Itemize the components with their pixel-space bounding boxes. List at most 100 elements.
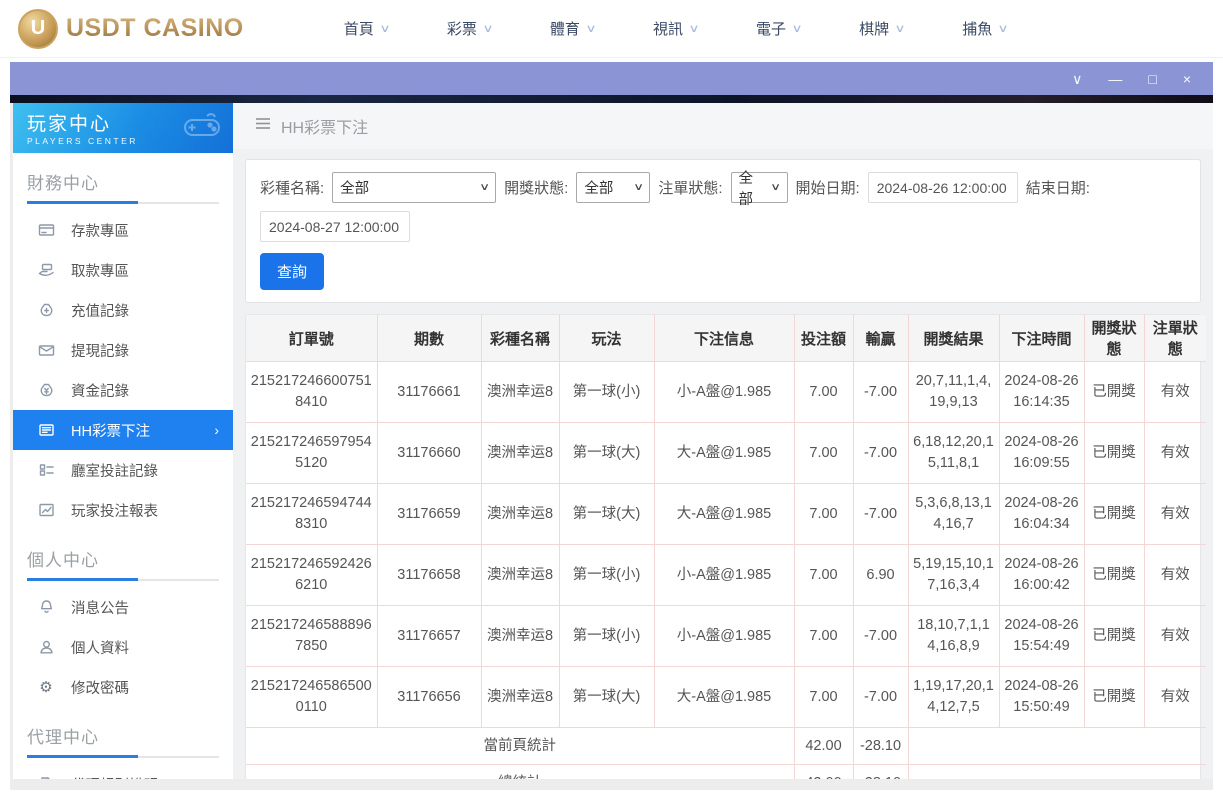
cell-order-status: 有效 — [1143, 483, 1206, 546]
col-order-status: 注單狀態 — [1143, 315, 1206, 362]
col-play: 玩法 — [558, 315, 655, 362]
nav-item-sports[interactable]: 體育 ∨ — [550, 18, 597, 39]
cell-order-status: 有效 — [1143, 422, 1206, 485]
sidebar-section-finance: 財務中心 — [13, 153, 233, 210]
page-stats-empty — [907, 727, 1206, 766]
cell-play: 第一球(小) — [558, 544, 655, 607]
cell-draw-result: 6,18,12,20,15,11,8,1 — [907, 422, 1000, 485]
sidebar-item-label: 存款專區 — [71, 223, 129, 240]
cell-draw-result: 18,10,7,1,14,16,8,9 — [907, 605, 1000, 668]
end-date-input[interactable] — [260, 211, 410, 242]
nav-item-cards[interactable]: 棋牌 ∨ — [859, 18, 906, 39]
cell-draw-status: 已開獎 — [1083, 360, 1145, 424]
sidebar-item-label: 充值記錄 — [71, 303, 129, 320]
gear-icon: ⚙ — [39, 679, 53, 696]
chevron-down-icon: ∨ — [997, 23, 1009, 35]
chevron-down-icon: ∨ — [688, 23, 700, 35]
cell-period: 31176660 — [376, 422, 482, 485]
sidebar-item-withdrawal-record[interactable]: 提現記錄 — [13, 330, 233, 370]
cell-bet-amount: 7.00 — [793, 360, 854, 424]
sidebar-item-funds-record[interactable]: 資金記錄 — [13, 370, 233, 410]
window-titlebar[interactable]: ∨ — □ × — [10, 62, 1213, 95]
chevron-down-icon: ∨ — [482, 23, 494, 35]
table-row[interactable]: 2152172466007518410 31176661 澳洲幸运8 第一球(小… — [246, 360, 1206, 424]
nav-item-lottery[interactable]: 彩票 ∨ — [446, 18, 494, 39]
sidebar-item-player-report[interactable]: 玩家投注報表 — [13, 490, 233, 530]
window-collapse-icon[interactable]: ∨ — [1072, 72, 1082, 86]
sidebar-item-deposit[interactable]: 存款專區 — [13, 210, 233, 250]
cell-win-loss: -7.00 — [852, 360, 909, 424]
cell-win-loss: -7.00 — [852, 422, 909, 485]
site-logo[interactable]: U USDT CASINO — [18, 8, 244, 49]
cell-bet-amount: 7.00 — [793, 666, 854, 728]
cell-bet-time: 2024-08-26 15:54:49 — [998, 605, 1085, 668]
sidebar-item-profile[interactable]: 個人資料 — [13, 627, 233, 667]
total-stats-bet-amount: 42.00 — [793, 764, 854, 779]
cell-bet-time: 2024-08-26 16:04:34 — [998, 483, 1085, 546]
table-row[interactable]: 2152172465865000110 31176656 澳洲幸运8 第一球(大… — [246, 666, 1206, 728]
clipboard-list-icon — [37, 462, 55, 478]
sidebar-item-label: 修改密碼 — [71, 680, 129, 697]
chevron-down-icon: ∨ — [379, 23, 391, 35]
deposit-card-icon — [37, 222, 55, 238]
page-stats-row: 當前頁統計 42.00 -28.10 — [246, 727, 1206, 766]
start-date-input[interactable] — [867, 172, 1018, 203]
window-minimize-icon[interactable]: — — [1108, 72, 1122, 86]
order-status-label: 注單狀態: — [658, 180, 723, 197]
table-row[interactable]: 2152172465979545120 31176660 澳洲幸运8 第一球(大… — [246, 422, 1206, 485]
lottery-name-select[interactable]: 全部 ∨ — [332, 172, 497, 203]
order-status-select[interactable]: 全部 ∨ — [730, 171, 788, 208]
section-title: 財務中心 — [27, 174, 99, 193]
select-value: 全部 — [340, 181, 370, 197]
sidebar-item-hall-bet-record[interactable]: 廳室投註記錄 — [13, 450, 233, 490]
window-close-icon[interactable]: × — [1183, 72, 1191, 86]
withdraw-hand-icon — [37, 262, 55, 278]
page-stats-win-loss: -28.10 — [852, 727, 909, 766]
start-date-label: 開始日期: — [795, 180, 860, 197]
table-row[interactable]: 2152172465888967850 31176657 澳洲幸运8 第一球(小… — [246, 605, 1206, 668]
chevron-down-icon: ∨ — [770, 182, 782, 193]
document-icon — [37, 776, 55, 779]
cell-order-no: 2152172465888967850 — [246, 605, 378, 668]
table-row[interactable]: 2152172465947448310 31176659 澳洲幸运8 第一球(大… — [246, 483, 1206, 546]
cell-bet-time: 2024-08-26 16:00:42 — [998, 544, 1085, 607]
nav-label: 彩票 — [446, 21, 477, 38]
sidebar-section-agent: 代理中心 — [13, 707, 233, 764]
table-stats: 當前頁統計 42.00 -28.10 總統計 42.00 -28.10 — [246, 727, 1206, 779]
cell-bet-time: 2024-08-26 16:14:35 — [998, 360, 1085, 424]
sidebar-item-recharge-record[interactable]: 充值記錄 — [13, 290, 233, 330]
section-title: 代理中心 — [27, 728, 99, 747]
sidebar-item-withdraw[interactable]: 取款專區 — [13, 250, 233, 290]
chevron-down-icon: ∨ — [479, 182, 491, 193]
table-row[interactable]: 2152172465924266210 31176658 澳洲幸运8 第一球(小… — [246, 544, 1206, 607]
cell-bet-info: 小-A盤@1.985 — [653, 544, 795, 607]
cell-lottery-name: 澳洲幸运8 — [480, 544, 560, 607]
cell-bet-info: 小-A盤@1.985 — [653, 360, 795, 424]
query-button[interactable]: 查詢 — [260, 253, 325, 290]
nav-item-home[interactable]: 首頁 ∨ — [344, 18, 391, 39]
nav-item-fishing[interactable]: 捕魚 ∨ — [962, 18, 1009, 39]
chevron-down-icon: ∨ — [633, 182, 645, 193]
sidebar-item-change-password[interactable]: ⚙ 修改密碼 — [13, 667, 233, 707]
select-value: 全部 — [738, 170, 754, 208]
cell-draw-result: 20,7,11,1,4,19,9,13 — [907, 360, 1000, 424]
total-stats-empty — [907, 764, 1206, 779]
cell-period: 31176659 — [376, 483, 482, 546]
nav-item-video[interactable]: 視訊 ∨ — [653, 18, 700, 39]
coin-purse-icon — [37, 382, 55, 398]
cell-period: 31176661 — [376, 360, 482, 424]
cell-order-no: 2152172465865000110 — [246, 666, 378, 728]
draw-status-label: 開獎狀態: — [504, 180, 569, 197]
hamburger-menu-icon[interactable] — [255, 117, 271, 135]
cell-lottery-name: 澳洲幸运8 — [480, 605, 560, 668]
nav-item-slots[interactable]: 電子 ∨ — [756, 18, 803, 39]
draw-status-select[interactable]: 全部 ∨ — [576, 172, 651, 203]
cell-order-status: 有效 — [1143, 360, 1206, 424]
cell-lottery-name: 澳洲幸运8 — [480, 483, 560, 546]
window-maximize-icon[interactable]: □ — [1148, 72, 1156, 86]
sidebar-item-notices[interactable]: 消息公告 — [13, 587, 233, 627]
sidebar-item-agent-rules[interactable]: 代理規則說明 — [13, 764, 233, 779]
col-draw-status: 開獎狀態 — [1083, 315, 1145, 362]
envelope-money-icon — [37, 342, 55, 358]
sidebar-item-hh-lottery-bet[interactable]: HH彩票下注 › — [13, 410, 233, 450]
